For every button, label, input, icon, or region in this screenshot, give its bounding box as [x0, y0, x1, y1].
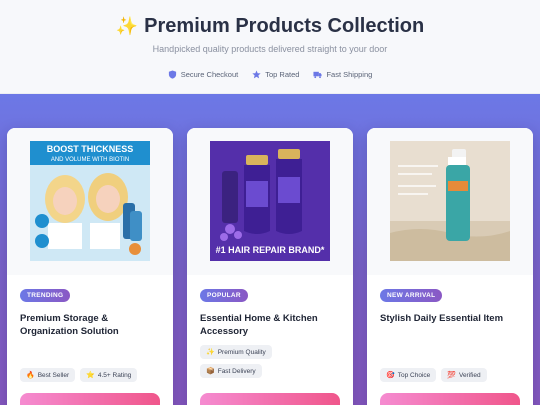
feature-chip: 🎯 Top Choice — [380, 368, 437, 382]
feature-chip: 📦 Fast Delivery — [200, 364, 262, 378]
product-tag: POPULAR — [200, 289, 248, 302]
trust-badges: Secure Checkout Top Rated Fast Shipping — [0, 70, 540, 79]
badge-label: Top Rated — [265, 70, 300, 79]
product-image: #1 HAIR REPAIR BRAND* — [210, 141, 330, 261]
product-name[interactable]: Premium Storage & Organization Solution — [20, 312, 165, 338]
page-header: ✨ Premium Products Collection Handpicked… — [0, 0, 540, 94]
package-icon: 📦 — [206, 368, 215, 375]
feature-label: 4.5+ Rating — [97, 371, 132, 379]
star-icon: ⭐ — [86, 372, 95, 379]
feature-label: Premium Quality — [217, 348, 266, 356]
page-title: ✨ Premium Products Collection — [0, 15, 540, 38]
truck-icon — [313, 71, 322, 79]
card-1-action-button[interactable] — [20, 393, 160, 405]
feature-label: Top Choice — [397, 371, 431, 379]
badge-secure-checkout: Secure Checkout — [168, 70, 239, 79]
product-card[interactable]: NEW ARRIVAL Stylish Daily Essential Item… — [367, 128, 533, 405]
product-card[interactable]: BOOST THICKNESS AND VOLUME WITH BIOTIN T… — [7, 128, 173, 405]
feature-label: Verified — [458, 371, 481, 379]
card-2-action-button[interactable] — [200, 393, 340, 405]
image-headline: BOOST THICKNESS — [47, 144, 134, 154]
product-name[interactable]: Essential Home & Kitchen Accessory — [200, 312, 345, 338]
badge-label: Secure Checkout — [180, 70, 239, 79]
product-features: ✨ Premium Quality 📦 Fast Delivery — [200, 345, 320, 378]
shield-icon — [168, 70, 176, 79]
page-title-text: Premium Products Collection — [144, 15, 425, 37]
feature-chip: ✨ Premium Quality — [200, 345, 272, 359]
product-tag: NEW ARRIVAL — [380, 289, 443, 302]
product-image-area[interactable] — [367, 128, 533, 275]
fire-icon: 🔥 — [26, 372, 35, 379]
card-3-action-button[interactable] — [380, 393, 520, 405]
hundred-points-icon: 💯 — [447, 372, 456, 379]
feature-label: Fast Delivery — [217, 367, 256, 375]
product-tag: TRENDING — [20, 289, 71, 302]
product-card[interactable]: #1 HAIR REPAIR BRAND* POPULAR Essential … — [187, 128, 353, 405]
target-icon: 🎯 — [386, 372, 395, 379]
badge-top-rated: Top Rated — [252, 70, 299, 79]
image-subheadline: AND VOLUME WITH BIOTIN — [51, 157, 129, 163]
sparkles-icon: ✨ — [206, 349, 215, 356]
badge-label: Fast Shipping — [326, 70, 373, 79]
product-image-area[interactable]: #1 HAIR REPAIR BRAND* — [187, 128, 353, 275]
product-name[interactable]: Stylish Daily Essential Item — [380, 312, 525, 325]
feature-chip: ⭐ 4.5+ Rating — [80, 368, 138, 382]
badge-fast-shipping: Fast Shipping — [313, 70, 372, 79]
product-features: 🔥 Best Seller ⭐ 4.5+ Rating — [20, 368, 170, 382]
feature-label: Best Seller — [37, 371, 70, 379]
sparkles-icon: ✨ — [115, 16, 139, 36]
product-image — [390, 141, 510, 261]
image-headline: #1 HAIR REPAIR BRAND* — [216, 245, 325, 255]
product-features: 🎯 Top Choice 💯 Verified — [380, 368, 530, 382]
page-subtitle: Handpicked quality products delivered st… — [152, 44, 388, 54]
product-image-area[interactable]: BOOST THICKNESS AND VOLUME WITH BIOTIN — [7, 128, 173, 275]
feature-chip: 💯 Verified — [441, 368, 487, 382]
feature-chip: 🔥 Best Seller — [20, 368, 76, 382]
star-icon — [252, 70, 261, 79]
product-image: BOOST THICKNESS AND VOLUME WITH BIOTIN — [30, 141, 150, 261]
